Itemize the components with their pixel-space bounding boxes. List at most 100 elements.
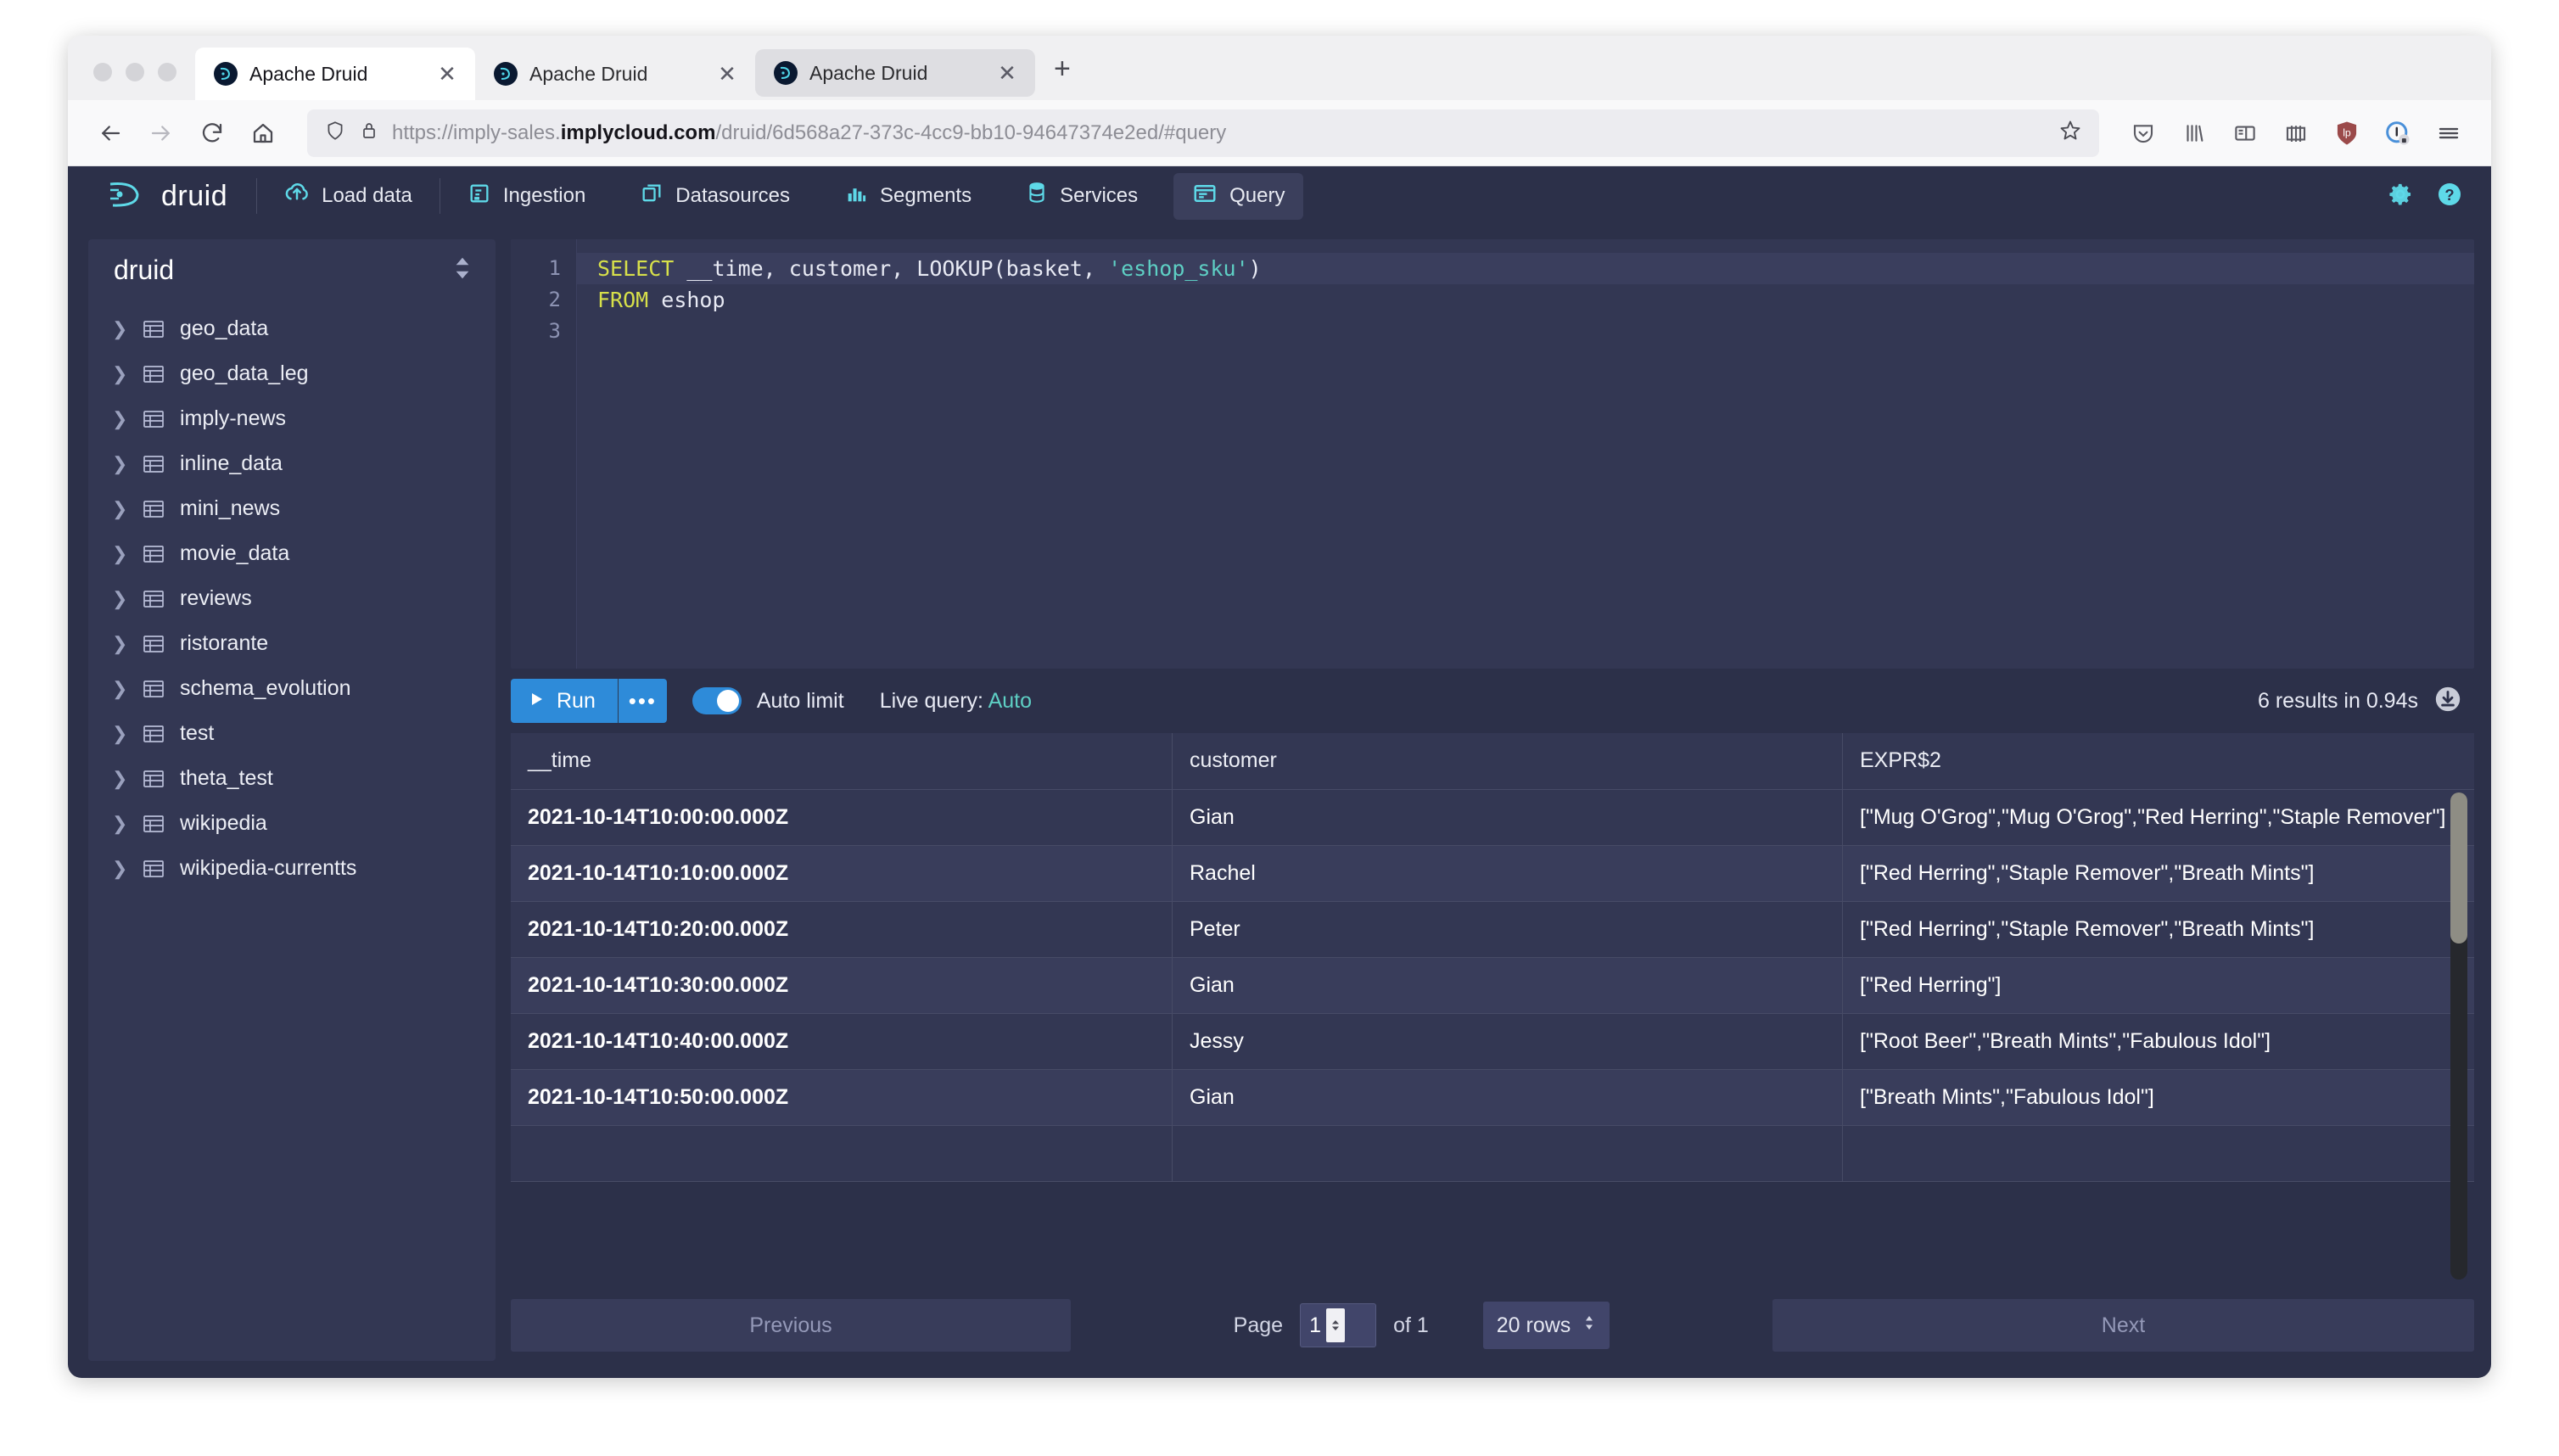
chevron-right-icon[interactable]: ❯	[112, 318, 127, 340]
maximize-window-button[interactable]	[158, 63, 176, 81]
ingestion-icon	[468, 182, 491, 211]
table-icon	[143, 500, 165, 518]
chevron-right-icon[interactable]: ❯	[112, 453, 127, 475]
auto-limit-label: Auto limit	[757, 689, 844, 714]
pagination-bar: Previous Page 1 of 1	[511, 1285, 2474, 1361]
line-number: 3	[511, 316, 576, 347]
shield-icon[interactable]	[324, 120, 346, 146]
forward-arrow-icon[interactable]	[137, 109, 185, 157]
chevron-right-icon[interactable]: ❯	[112, 543, 127, 565]
previous-page-button[interactable]: Previous	[511, 1299, 1071, 1352]
tree-item-label: wikipedia	[180, 811, 267, 836]
privacy-badger-icon[interactable]	[2374, 109, 2422, 157]
star-icon[interactable]	[2058, 119, 2082, 147]
lastpass-icon[interactable]: lp	[2323, 109, 2371, 157]
tree-item-test[interactable]: ❯ test	[88, 711, 496, 756]
tree-item-geo_data[interactable]: ❯ geo_data	[88, 306, 496, 351]
tree-item-ristorante[interactable]: ❯ ristorante	[88, 621, 496, 666]
library-icon[interactable]	[2170, 109, 2218, 157]
results-scrollbar-thumb[interactable]	[2450, 792, 2467, 944]
cell-expr2: ["Breath Mints","Fabulous Idol"]	[1843, 1070, 2474, 1125]
table-row[interactable]: 2021-10-14T10:40:00.000Z Jessy ["Root Be…	[511, 1014, 2474, 1070]
sidebar-icon[interactable]	[2221, 109, 2269, 157]
auto-limit-toggle[interactable]	[692, 687, 742, 714]
download-circle-icon[interactable]	[2433, 685, 2462, 718]
url-bar[interactable]: https://imply-sales.implycloud.com/druid…	[307, 109, 2099, 157]
cell-time: 2021-10-14T10:10:00.000Z	[511, 846, 1173, 901]
gear-icon[interactable]	[2386, 180, 2415, 213]
chevron-right-icon[interactable]: ❯	[112, 363, 127, 385]
url-text[interactable]: https://imply-sales.implycloud.com/druid…	[392, 121, 2045, 145]
reload-icon[interactable]	[188, 109, 236, 157]
cell-expr2: ["Red Herring","Staple Remover","Breath …	[1843, 902, 2474, 957]
chevron-right-icon[interactable]: ❯	[112, 633, 127, 655]
tree-item-theta_test[interactable]: ❯ theta_test	[88, 756, 496, 801]
nav-item-services[interactable]: Services	[1007, 174, 1156, 219]
close-tab-button[interactable]: ✕	[714, 63, 740, 85]
chevron-right-icon[interactable]: ❯	[112, 408, 127, 430]
table-row[interactable]: 2021-10-14T10:10:00.000Z Rachel ["Red He…	[511, 846, 2474, 902]
chevron-right-icon[interactable]: ❯	[112, 678, 127, 700]
live-query-status[interactable]: Live query: Auto	[880, 689, 1032, 714]
column-header-customer[interactable]: customer	[1173, 733, 1843, 789]
pocket-icon[interactable]	[2119, 109, 2167, 157]
nav-item-datasources[interactable]: Datasources	[621, 174, 809, 219]
druid-logo[interactable]: druid	[105, 177, 256, 216]
tree-item-mini_news[interactable]: ❯ mini_news	[88, 486, 496, 531]
padlock-icon[interactable]	[360, 120, 378, 145]
tree-item-schema_evolution[interactable]: ❯ schema_evolution	[88, 666, 496, 711]
tree-item-geo_data_leg[interactable]: ❯ geo_data_leg	[88, 351, 496, 396]
table-row[interactable]: 2021-10-14T10:20:00.000Z Peter ["Red Her…	[511, 902, 2474, 958]
table-row[interactable]: 2021-10-14T10:00:00.000Z Gian ["Mug O'Gr…	[511, 790, 2474, 846]
tree-item-wikipedia-currentts[interactable]: ❯ wikipedia-currentts	[88, 846, 496, 891]
hamburger-menu-icon[interactable]	[2425, 109, 2472, 157]
table-row[interactable]: 2021-10-14T10:30:00.000Z Gian ["Red Herr…	[511, 958, 2474, 1014]
chevron-right-icon[interactable]: ❯	[112, 858, 127, 880]
column-header-expr2[interactable]: EXPR$2	[1843, 733, 2474, 789]
cell-time: 2021-10-14T10:30:00.000Z	[511, 958, 1173, 1013]
pagination-controls: Page 1 of 1 20 rows	[1071, 1302, 1772, 1349]
table-row[interactable]: 2021-10-14T10:50:00.000Z Gian ["Breath M…	[511, 1070, 2474, 1126]
next-page-button[interactable]: Next	[1772, 1299, 2474, 1352]
tree-item-imply-news[interactable]: ❯ imply-news	[88, 396, 496, 441]
chevron-right-icon[interactable]: ❯	[112, 768, 127, 790]
chevron-right-icon[interactable]: ❯	[112, 498, 127, 520]
sort-updown-icon[interactable]	[451, 255, 473, 286]
tree-item-wikipedia[interactable]: ❯ wikipedia	[88, 801, 496, 846]
code-line-2: FROM eshop	[577, 284, 2474, 316]
browser-tab-2[interactable]: Apache Druid ✕	[475, 48, 755, 100]
nav-item-query[interactable]: Query	[1173, 173, 1303, 220]
table-icon	[143, 770, 165, 788]
chevron-right-icon[interactable]: ❯	[112, 723, 127, 745]
home-icon[interactable]	[239, 109, 287, 157]
tree-item-movie_data[interactable]: ❯ movie_data	[88, 531, 496, 576]
minimize-window-button[interactable]	[126, 63, 144, 81]
page-number-input[interactable]: 1	[1300, 1303, 1376, 1347]
nav-item-ingestion[interactable]: Ingestion	[449, 174, 604, 219]
rows-per-page-select[interactable]: 20 rows	[1483, 1302, 1610, 1349]
run-more-options-button[interactable]: •••	[618, 679, 667, 723]
containers-icon[interactable]	[2272, 109, 2320, 157]
query-results: __time customer EXPR$2 2021-10-14T10:00:…	[511, 733, 2474, 1361]
back-arrow-icon[interactable]	[87, 109, 134, 157]
stepper-updown-icon[interactable]	[1326, 1308, 1345, 1342]
close-tab-button[interactable]: ✕	[434, 63, 460, 85]
run-button[interactable]: Run	[511, 679, 618, 723]
column-header-time[interactable]: __time	[511, 733, 1173, 789]
chevron-right-icon[interactable]: ❯	[112, 813, 127, 835]
tree-item-reviews[interactable]: ❯ reviews	[88, 576, 496, 621]
close-tab-button[interactable]: ✕	[994, 62, 1020, 84]
editor-code-area[interactable]: SELECT __time, customer, LOOKUP(basket, …	[577, 239, 2474, 669]
tree-item-inline_data[interactable]: ❯ inline_data	[88, 441, 496, 486]
chevron-right-icon[interactable]: ❯	[112, 588, 127, 610]
table-icon	[143, 320, 165, 339]
nav-item-load-data[interactable]: Load data	[266, 173, 431, 220]
help-icon[interactable]: ?	[2435, 180, 2464, 213]
cell-expr2: ["Red Herring","Staple Remover","Breath …	[1843, 846, 2474, 901]
close-window-button[interactable]	[93, 63, 112, 81]
browser-tab-1[interactable]: Apache Druid ✕	[195, 48, 475, 100]
sql-editor[interactable]: 1 2 3 SELECT __time, customer, LOOKUP(ba…	[511, 239, 2474, 669]
browser-tab-3[interactable]: Apache Druid ✕	[755, 49, 1035, 97]
new-tab-button[interactable]: +	[1035, 54, 1093, 100]
nav-item-segments[interactable]: Segments	[826, 174, 990, 219]
